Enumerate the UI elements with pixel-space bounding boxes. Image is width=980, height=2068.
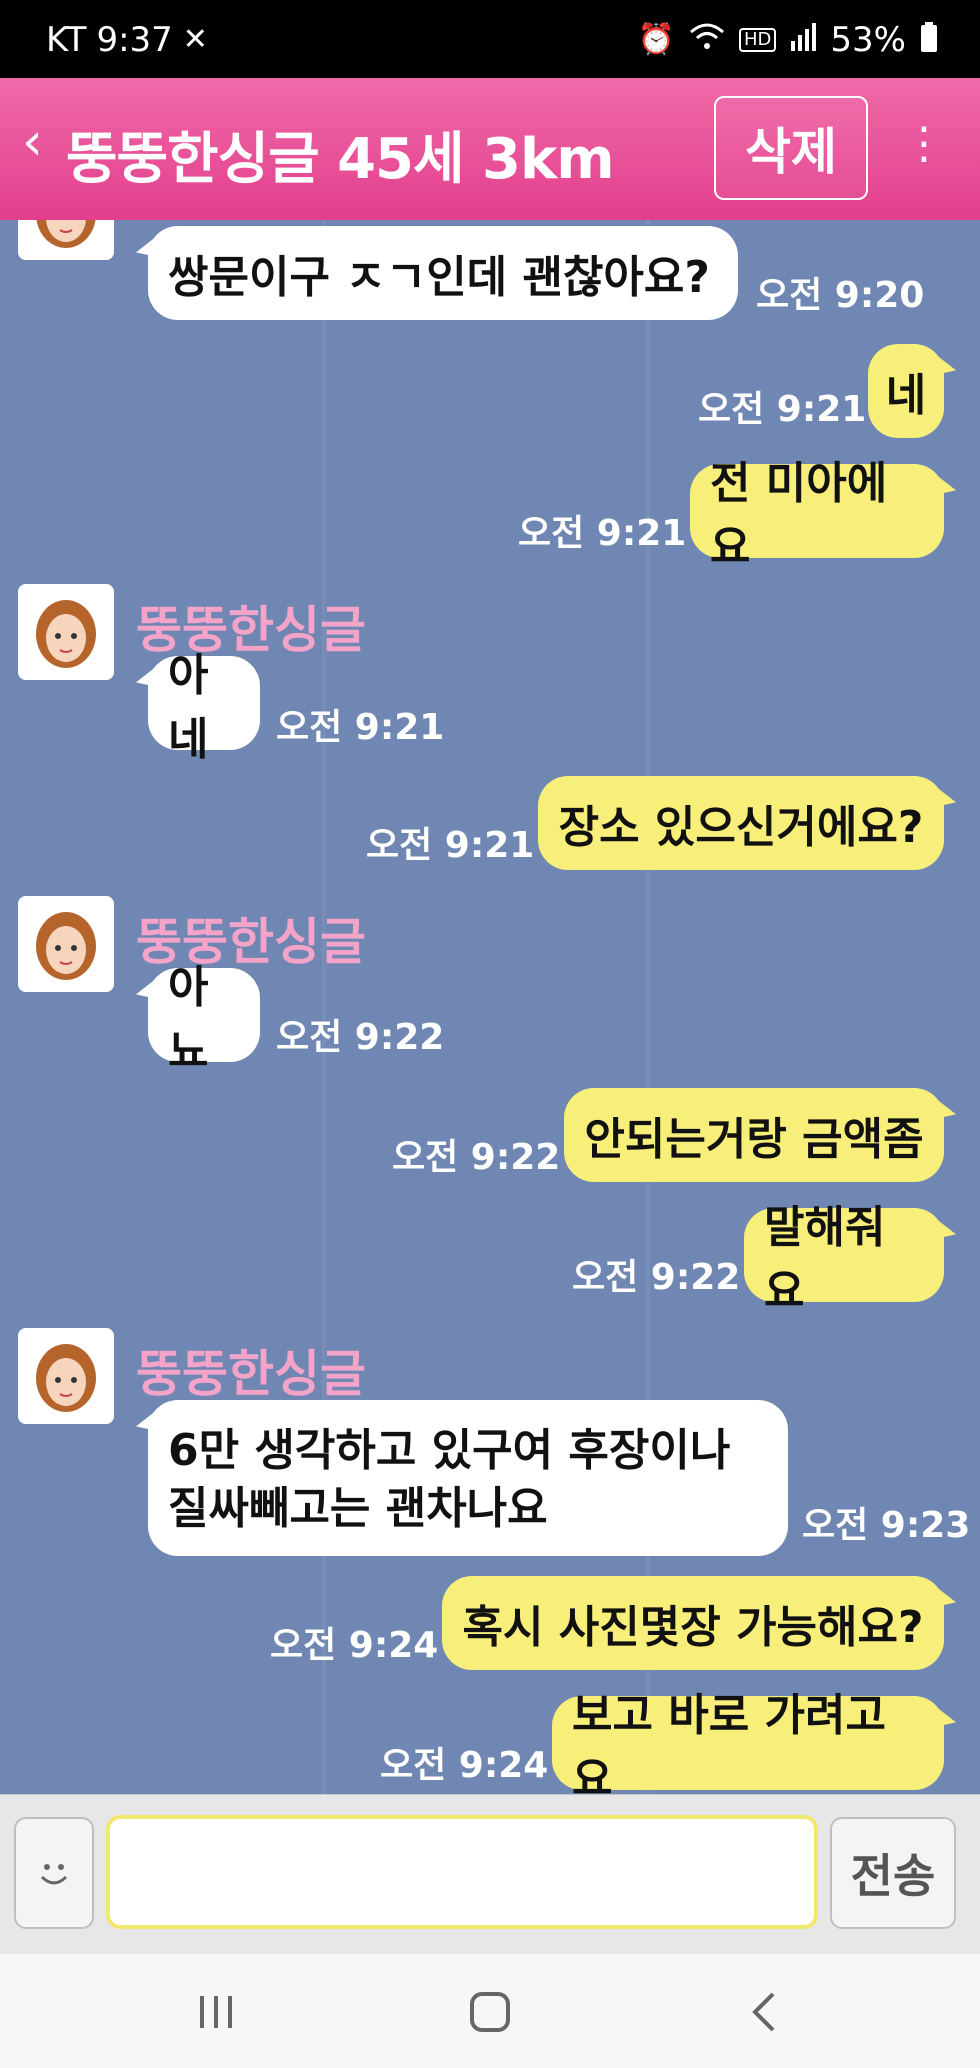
message-time: 오전 9:21 (276, 707, 445, 748)
message-text: 아뇨 (168, 962, 209, 1077)
avatar[interactable] (18, 896, 114, 992)
message-input-bar: 전송 (0, 1794, 980, 1954)
message-text: 아네 (168, 650, 209, 765)
message-bubble-incoming[interactable]: 쌍문이구 ㅈㄱ인데 괜찮아요? (148, 226, 738, 320)
message-bubble-outgoing[interactable]: 전 미아에요 (690, 458, 944, 573)
message-bubble-incoming[interactable]: 아뇨 (148, 962, 260, 1077)
message-text: 보고 바로 가려고요 (572, 1690, 886, 1794)
message-text: 장소 있으신거에요? (558, 802, 924, 853)
hd-icon: HD (739, 28, 777, 52)
message-bubble-outgoing[interactable]: 장소 있으신거에요? (538, 776, 944, 870)
carrier-label: KT (46, 20, 87, 60)
message-bubble-outgoing[interactable]: 네 (868, 344, 944, 438)
message-time: 오전 9:24 (270, 1625, 439, 1666)
chat-header: ‹ 뚱뚱한싱글 45세 3km 삭제 ⋮ (0, 78, 980, 220)
battery-percent: 53% (830, 20, 906, 60)
message-input[interactable] (106, 1815, 818, 1929)
message-text: 전 미아에요 (710, 458, 888, 573)
sender-name: 뚱뚱한싱글 (136, 1345, 366, 1403)
message-text: 말해줘요 (764, 1202, 886, 1317)
message-bubble-outgoing[interactable]: 보고 바로 가려고요 (552, 1690, 944, 1794)
message-bubble-outgoing[interactable]: 혹시 사진몇장 가능해요? (442, 1576, 944, 1670)
send-button[interactable]: 전송 (830, 1817, 956, 1929)
wifi-icon (689, 22, 725, 58)
message-time: 오전 9:21 (698, 389, 867, 430)
chat-area[interactable]: 쌍문이구 ㅈㄱ인데 괜찮아요? 오전 9:20 네 오전 9:21 전 미아에요… (0, 220, 980, 1794)
message-bubble-incoming[interactable]: 6만 생각하고 있구여 후장이나 질싸빼고는 괜차나요 (148, 1400, 788, 1556)
clock: 9:37 (96, 20, 173, 60)
message-time: 오전 9:23 (802, 1505, 971, 1546)
message-text-line: 질싸빼고는 괜차나요 (168, 1483, 548, 1534)
message-text: 안되는거랑 금액좀 (584, 1114, 924, 1165)
more-vertical-icon[interactable]: ⋮ (902, 122, 946, 166)
message-time: 오전 9:24 (380, 1745, 549, 1786)
home-icon[interactable] (450, 1984, 530, 2040)
message-text: 네 (885, 370, 927, 421)
message-text-line: 6만 생각하고 있구여 후장이나 (168, 1425, 731, 1476)
message-time: 오전 9:22 (572, 1257, 741, 1298)
system-nav-bar (0, 1954, 980, 2068)
message-text: 혹시 사진몇장 가능해요? (462, 1602, 924, 1653)
message-bubble-incoming[interactable]: 아네 (148, 650, 260, 765)
delete-button[interactable]: 삭제 (714, 96, 868, 200)
message-bubble-outgoing[interactable]: 안되는거랑 금액좀 (564, 1088, 944, 1182)
smiley-icon[interactable] (14, 1817, 94, 1929)
avatar[interactable] (18, 1328, 114, 1424)
avatar[interactable] (18, 584, 114, 680)
status-bar: KT 9:37 ✕ ⏰ HD 53% (0, 0, 980, 78)
message-time: 오전 9:21 (366, 825, 535, 866)
signal-icon (790, 23, 817, 57)
silent-icon: ✕ (182, 22, 208, 57)
message-time: 오전 9:21 (518, 513, 687, 554)
message-time: 오전 9:22 (276, 1017, 445, 1058)
recent-apps-icon[interactable] (176, 1984, 256, 2040)
back-icon[interactable] (724, 1984, 804, 2040)
alarm-icon: ⏰ (637, 22, 676, 57)
message-text: 쌍문이구 ㅈㄱ인데 괜찮아요? (168, 252, 710, 303)
message-bubble-outgoing[interactable]: 말해줘요 (744, 1202, 944, 1317)
battery-icon (920, 22, 938, 58)
chevron-left-icon[interactable]: ‹ (22, 116, 43, 168)
avatar[interactable] (18, 220, 114, 260)
chat-title: 뚱뚱한싱글 45세 3km (66, 127, 615, 192)
message-time: 오전 9:20 (756, 275, 925, 316)
message-time: 오전 9:22 (392, 1137, 561, 1178)
